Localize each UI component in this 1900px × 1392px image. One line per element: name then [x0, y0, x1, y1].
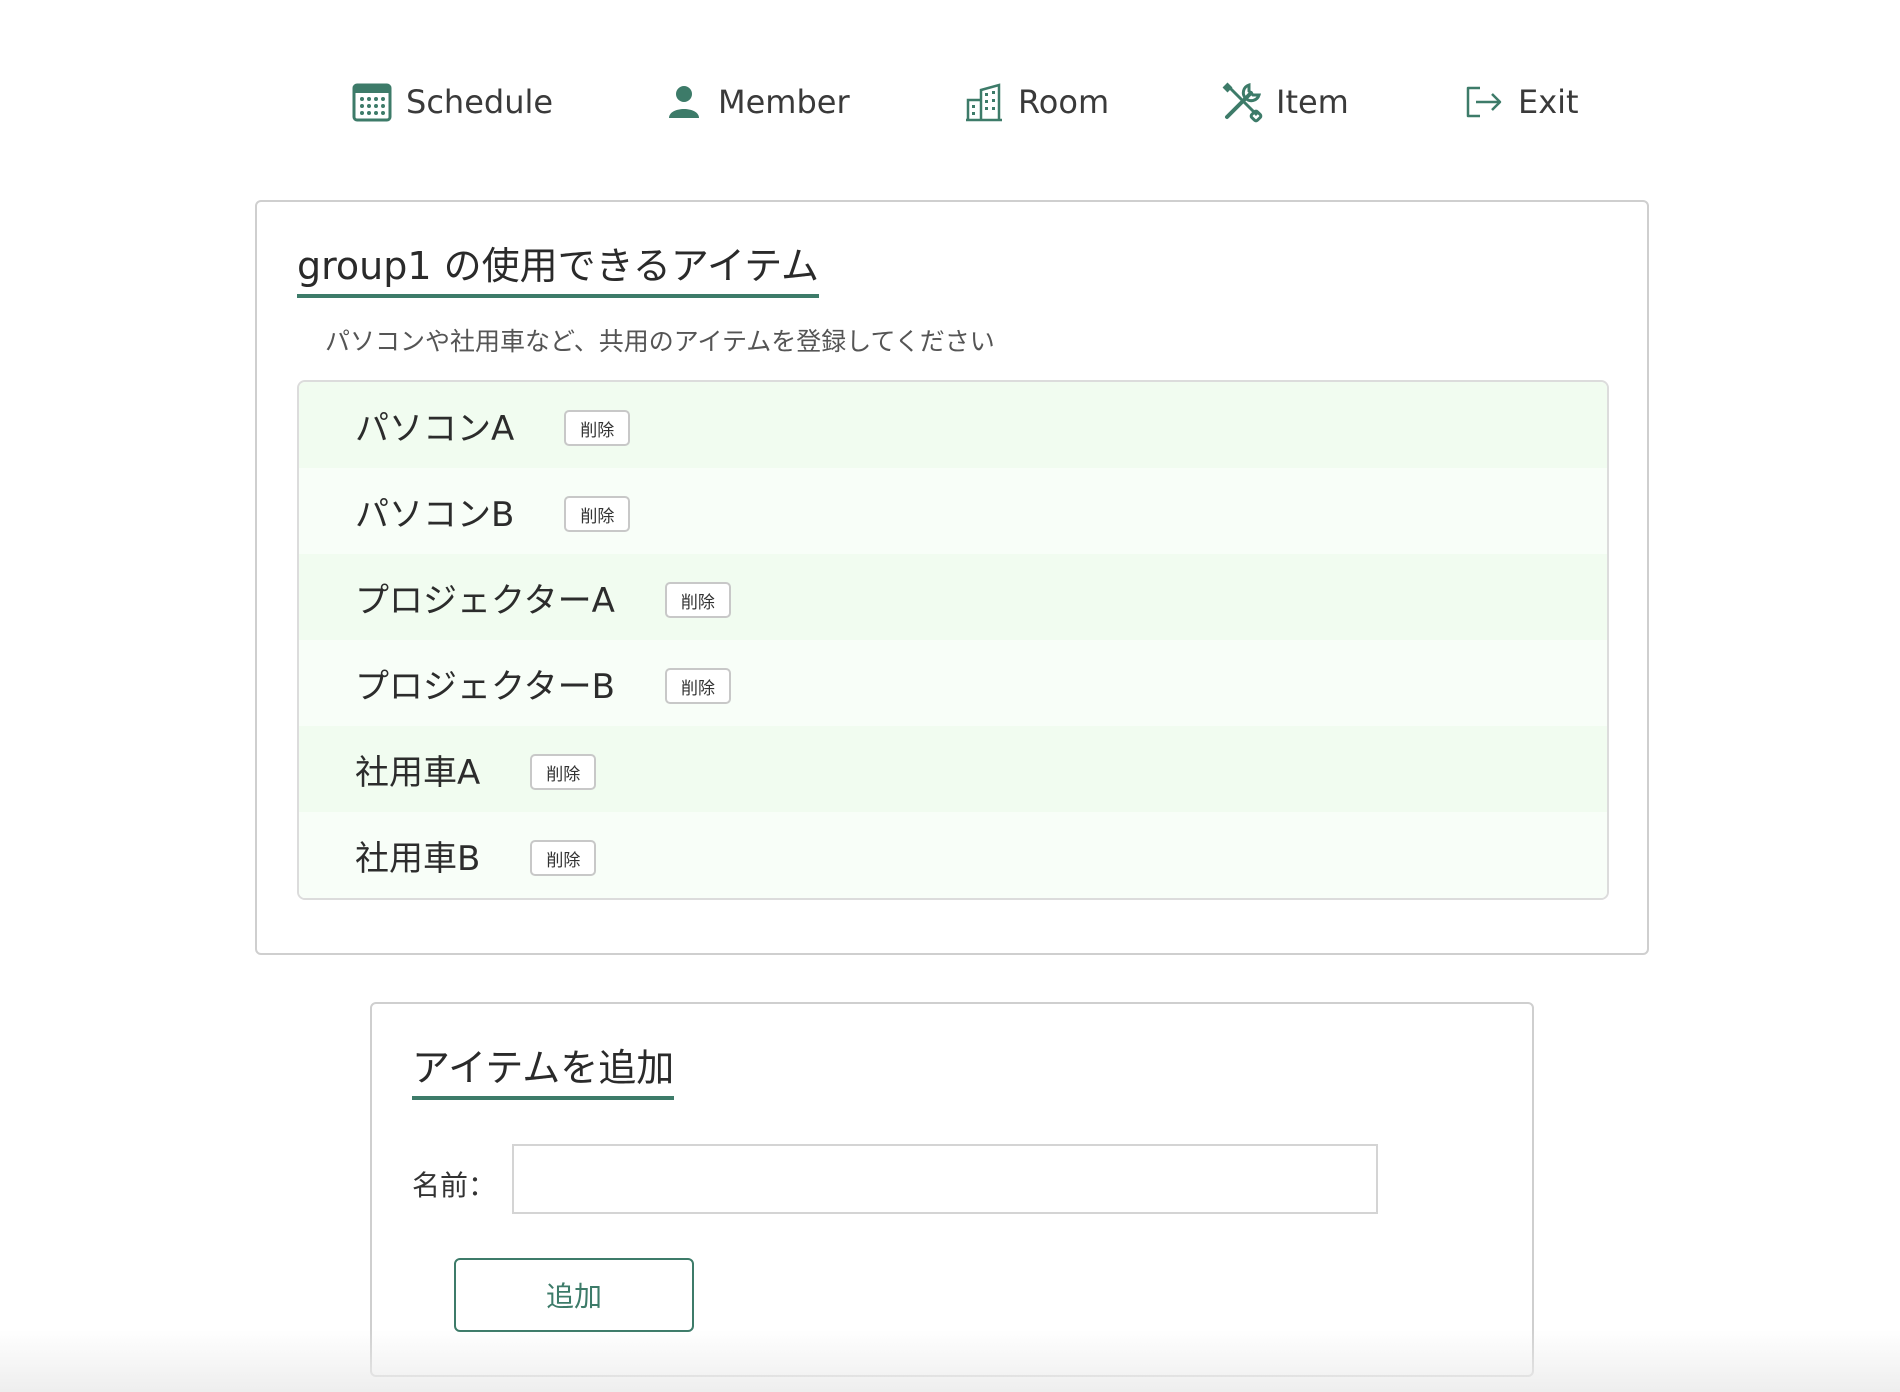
- name-label: 名前：: [412, 1169, 497, 1202]
- item-name: 社用車B: [355, 838, 481, 879]
- item-name: プロジェクターA: [355, 580, 615, 621]
- main-nav: Schedule Member Room Item Exit: [0, 72, 1900, 132]
- nav-item-member[interactable]: Member: [662, 72, 850, 132]
- item-name: 社用車A: [355, 752, 481, 793]
- nav-item-item[interactable]: Item: [1220, 72, 1349, 132]
- person-icon: [662, 80, 706, 124]
- list-item: プロジェクターB 削除: [299, 640, 1607, 726]
- items-title: group1 の使用できるアイテム: [297, 244, 820, 298]
- item-name: プロジェクターB: [355, 666, 615, 707]
- nav-label-room: Room: [1018, 83, 1110, 121]
- delete-button[interactable]: 削除: [564, 496, 631, 532]
- delete-button[interactable]: 削除: [564, 410, 631, 446]
- add-button[interactable]: 追加: [454, 1258, 694, 1332]
- nav-label-exit: Exit: [1518, 83, 1579, 121]
- list-item: 社用車B 削除: [299, 812, 1607, 898]
- add-item-title: アイテムを追加: [412, 1046, 675, 1100]
- items-subtitle: パソコンや社用車など、共用のアイテムを登録してください: [325, 327, 995, 356]
- item-name: パソコンB: [355, 494, 515, 535]
- list-item: 社用車A 削除: [299, 726, 1607, 812]
- building-icon: [962, 80, 1006, 124]
- list-item: プロジェクターA 削除: [299, 554, 1607, 640]
- nav-label-member: Member: [718, 83, 850, 121]
- nav-label-item: Item: [1276, 83, 1349, 121]
- exit-icon: [1462, 80, 1506, 124]
- list-item: パソコンA 削除: [299, 382, 1607, 468]
- list-item: パソコンB 削除: [299, 468, 1607, 554]
- delete-button[interactable]: 削除: [530, 840, 597, 876]
- delete-button[interactable]: 削除: [664, 668, 731, 704]
- item-list: パソコンA 削除 パソコンB 削除 プロジェクターA 削除 プロジェクターB 削…: [297, 380, 1609, 900]
- nav-label-schedule: Schedule: [406, 83, 554, 121]
- add-item-card: アイテムを追加 名前： 追加: [370, 1002, 1534, 1377]
- tools-icon: [1220, 80, 1264, 124]
- nav-item-room[interactable]: Room: [962, 72, 1109, 132]
- delete-button[interactable]: 削除: [530, 754, 597, 790]
- nav-item-schedule[interactable]: Schedule: [350, 72, 553, 132]
- item-name: パソコンA: [355, 408, 515, 449]
- calendar-icon: [350, 80, 394, 124]
- items-card: group1 の使用できるアイテム パソコンや社用車など、共用のアイテムを登録し…: [255, 200, 1649, 955]
- nav-item-exit[interactable]: Exit: [1462, 72, 1579, 132]
- name-input[interactable]: [512, 1144, 1378, 1214]
- delete-button[interactable]: 削除: [664, 582, 731, 618]
